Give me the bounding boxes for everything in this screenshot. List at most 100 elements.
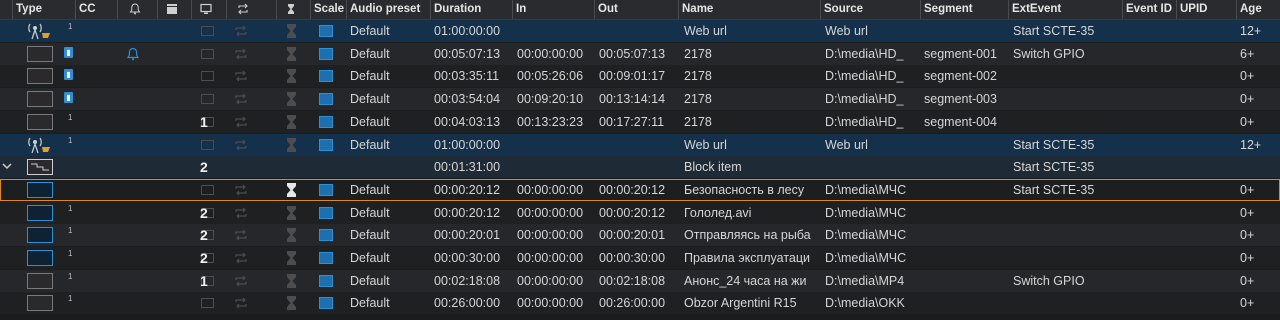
col-duration[interactable]: Duration xyxy=(430,0,512,19)
playlist-row[interactable]: 1 Default 01:00:00:00 Web url Web url Start S… xyxy=(0,133,1280,156)
duration-cell: 00:00:20:12 xyxy=(434,205,501,220)
col-in[interactable]: In xyxy=(512,0,594,19)
col-scale[interactable]: Scale xyxy=(310,0,346,19)
playlist-row[interactable]: 1 Default 00:26:00:00 00:00:00:00 00:26:00:0… xyxy=(0,292,1280,315)
ext-event-cell: Start SCTE-35 xyxy=(1013,182,1095,197)
scale-icon[interactable] xyxy=(319,274,333,287)
chevron-down-icon xyxy=(2,163,12,170)
thumbnail-icon xyxy=(27,113,53,130)
duration-cell: 00:26:00:00 xyxy=(434,296,501,311)
thumbnail-icon xyxy=(27,45,53,62)
hourglass-icon xyxy=(287,296,296,311)
col-source[interactable]: Source xyxy=(820,0,920,19)
hourglass-icon xyxy=(287,205,296,220)
scale-icon[interactable] xyxy=(319,206,333,219)
loop-icon xyxy=(235,297,247,309)
source-cell: D:\media\МЧС xyxy=(825,228,907,243)
scale-icon[interactable] xyxy=(319,297,333,310)
audio-preset-cell: Default xyxy=(350,137,390,152)
col-audio-preset[interactable]: Audio preset xyxy=(346,0,430,19)
monitor-icon[interactable] xyxy=(201,298,214,309)
col-monitor[interactable] xyxy=(191,0,226,19)
thumbnail-icon xyxy=(27,227,53,244)
loop-icon xyxy=(235,207,247,219)
age-cell: 12+ xyxy=(1240,24,1262,38)
playlist-row[interactable]: 1 Default 01:00:00:00 Web url Web url Start S… xyxy=(0,20,1280,42)
col-type[interactable]: Type xyxy=(12,0,67,19)
out-cell: 00:17:27:11 xyxy=(599,114,665,129)
playlist-row[interactable]: ▮ Default 00:03:54:04 00:09:20:10 00:13:14:1… xyxy=(0,88,1280,111)
cc-badge-icon: ▮ xyxy=(64,46,73,58)
col-name[interactable]: Name xyxy=(678,0,820,19)
playlist-row[interactable]: 1 1 Default 00:04:03:13 00:13:23:23 00:17:27:… xyxy=(0,110,1280,133)
playlist-row[interactable]: 1 2 Default 00:00:30:00 00:00:00:00 00:00:30:… xyxy=(0,247,1280,269)
source-cell: D:\media\HD_ xyxy=(825,69,904,84)
scale-icon[interactable] xyxy=(319,25,333,37)
col-age[interactable]: Age xyxy=(1236,0,1280,19)
monitor-icon[interactable] xyxy=(201,48,214,59)
scale-icon[interactable] xyxy=(319,115,333,128)
playlist-row[interactable]: 1 2 Default 00:00:20:12 00:00:00:00 00:00:20:… xyxy=(0,201,1280,224)
scale-icon[interactable] xyxy=(319,70,333,83)
monitor-icon[interactable] xyxy=(201,71,214,82)
source-cell: D:\media\HD_ xyxy=(825,46,904,61)
ext-event-cell: Start SCTE-35 xyxy=(1013,160,1095,175)
name-cell: Obzor Argentini R15 xyxy=(684,296,797,311)
age-cell: 6+ xyxy=(1240,46,1255,61)
out-cell: 00:00:20:01 xyxy=(599,228,666,243)
playlist-row[interactable]: 2 00:01:31:00 Block item Start SCTE-35 xyxy=(0,156,1280,179)
playlist-row[interactable]: ▮ Default 00:05:07:13 00:00:00:00 00:05:07:1… xyxy=(0,42,1280,65)
col-event-id[interactable]: Event ID xyxy=(1122,0,1176,19)
in-cell: 00:00:00:00 xyxy=(517,205,584,220)
age-cell: 0+ xyxy=(1240,92,1255,107)
in-cell: 00:05:26:06 xyxy=(517,69,584,84)
scale-icon[interactable] xyxy=(319,183,333,196)
col-hourglass[interactable] xyxy=(276,0,310,19)
thumbnail-icon xyxy=(27,159,53,176)
scale-icon[interactable] xyxy=(319,47,333,60)
col-ext-event[interactable]: ExtEvent xyxy=(1008,0,1122,19)
scale-icon[interactable] xyxy=(319,93,333,106)
age-cell: 0+ xyxy=(1240,273,1255,288)
repeat-count: 1 xyxy=(200,113,208,130)
monitor-icon[interactable] xyxy=(201,26,214,36)
loop-icon xyxy=(235,184,247,196)
playlist-row[interactable]: ▮ Default 00:03:35:11 00:05:26:06 00:09:01:1… xyxy=(0,65,1280,88)
hourglass-icon xyxy=(287,137,296,152)
scale-icon[interactable] xyxy=(319,138,333,151)
col-cc[interactable]: CC xyxy=(75,0,115,19)
col-upid[interactable]: UPID xyxy=(1176,0,1236,19)
hourglass-icon xyxy=(288,4,294,14)
name-cell: Гололед.avi xyxy=(684,205,752,220)
col-out[interactable]: Out xyxy=(594,0,678,19)
loop-icon xyxy=(235,48,247,60)
ext-event-cell: Start SCTE-35 xyxy=(1013,137,1095,152)
repeat-count: 2 xyxy=(200,250,208,266)
in-cell: 00:00:00:00 xyxy=(517,273,584,288)
playlist-row[interactable]: 1 1 Default 00:02:18:08 00:00:00:00 00:02:18:… xyxy=(0,269,1280,292)
segment-cell: segment-001 xyxy=(924,46,997,61)
playlist-row[interactable]: 1 2 Default 00:00:20:01 00:00:00:00 00:00:20:… xyxy=(0,224,1280,247)
item-index-superscript: 1 xyxy=(68,226,73,236)
col-bell[interactable] xyxy=(117,0,155,19)
col-loop[interactable] xyxy=(226,0,276,19)
age-cell: 0+ xyxy=(1240,114,1255,129)
age-cell: 0+ xyxy=(1240,182,1255,197)
out-cell: 00:26:00:00 xyxy=(599,296,666,311)
col-segment[interactable]: Segment xyxy=(920,0,1008,19)
out-cell: 00:13:14:14 xyxy=(599,92,666,107)
monitor-icon[interactable] xyxy=(201,139,214,150)
loop-icon xyxy=(235,93,247,105)
item-index-superscript: 1 xyxy=(68,294,73,304)
scale-icon[interactable] xyxy=(319,252,333,264)
name-cell: 2178 xyxy=(684,46,712,61)
playlist-row[interactable]: Default 00:00:20:12 00:00:00:00 00:00:20:12… xyxy=(0,178,1280,201)
monitor-icon[interactable] xyxy=(201,94,214,105)
name-cell: Безопасность в лесу xyxy=(684,182,805,197)
scale-icon[interactable] xyxy=(319,229,333,242)
thumbnail-icon xyxy=(27,181,53,198)
col-clapper[interactable] xyxy=(157,0,191,19)
audio-preset-cell: Default xyxy=(350,182,390,197)
name-cell: 2178 xyxy=(684,92,712,107)
monitor-icon[interactable] xyxy=(201,184,214,195)
